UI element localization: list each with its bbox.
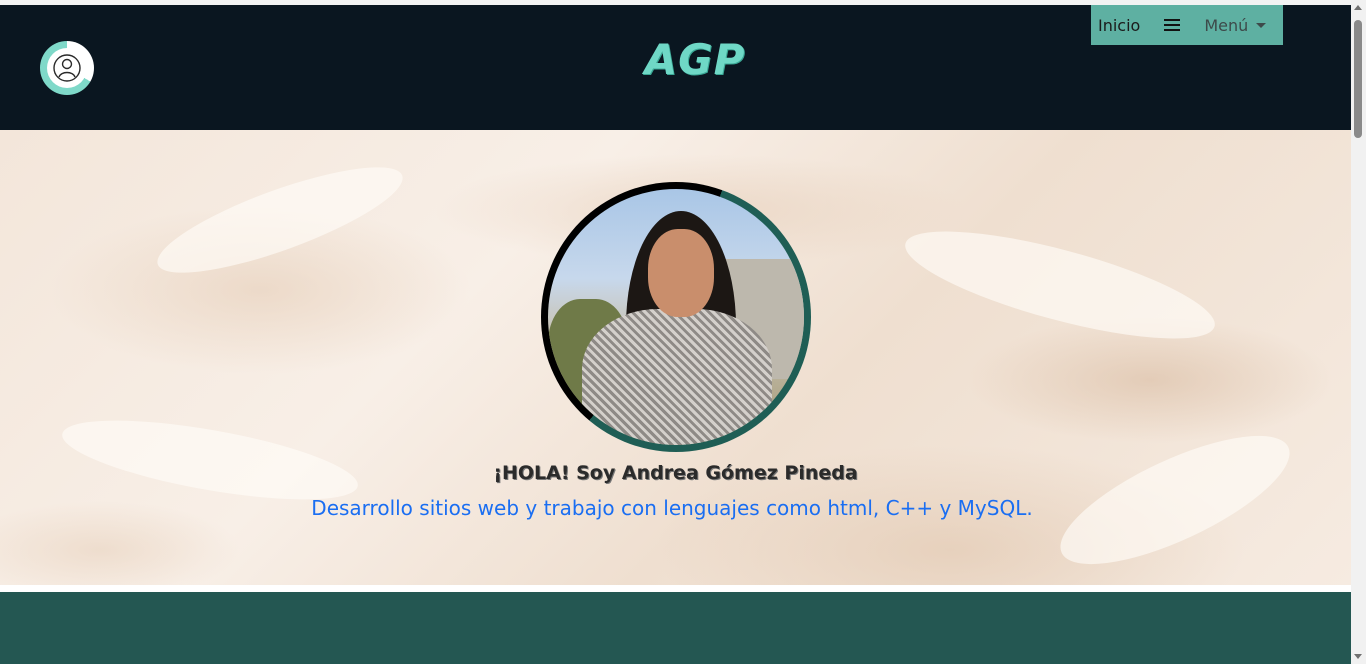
scroll-down-arrow-icon[interactable] — [1354, 654, 1362, 659]
hero-section: ¡HOLA! Soy Andrea Gómez Pineda Desarroll… — [0, 130, 1351, 585]
page-scrollbar[interactable] — [1351, 0, 1366, 664]
background-brush-stroke — [896, 209, 1224, 361]
menu-dropdown[interactable]: Menú — [1204, 15, 1267, 35]
scroll-up-arrow-icon[interactable] — [1354, 5, 1362, 10]
next-section — [0, 592, 1351, 664]
menu-dropdown-label: Menú — [1204, 15, 1249, 35]
site-logo[interactable]: AGP — [630, 35, 760, 84]
nav-link-inicio[interactable]: Inicio — [1098, 16, 1140, 35]
hamburger-icon[interactable] — [1164, 19, 1181, 31]
user-icon — [47, 48, 87, 88]
profile-photo — [541, 182, 811, 452]
scrollbar-thumb[interactable] — [1354, 20, 1362, 138]
hero-greeting: ¡HOLA! Soy Andrea Gómez Pineda — [493, 462, 858, 484]
main-nav: Inicio Menú — [1091, 5, 1283, 45]
background-brush-stroke — [147, 147, 413, 293]
profile-avatar-button[interactable] — [40, 41, 94, 95]
caret-down-icon — [1256, 22, 1267, 28]
hero-description: Desarrollo sitios web y trabajo con leng… — [311, 496, 1033, 520]
